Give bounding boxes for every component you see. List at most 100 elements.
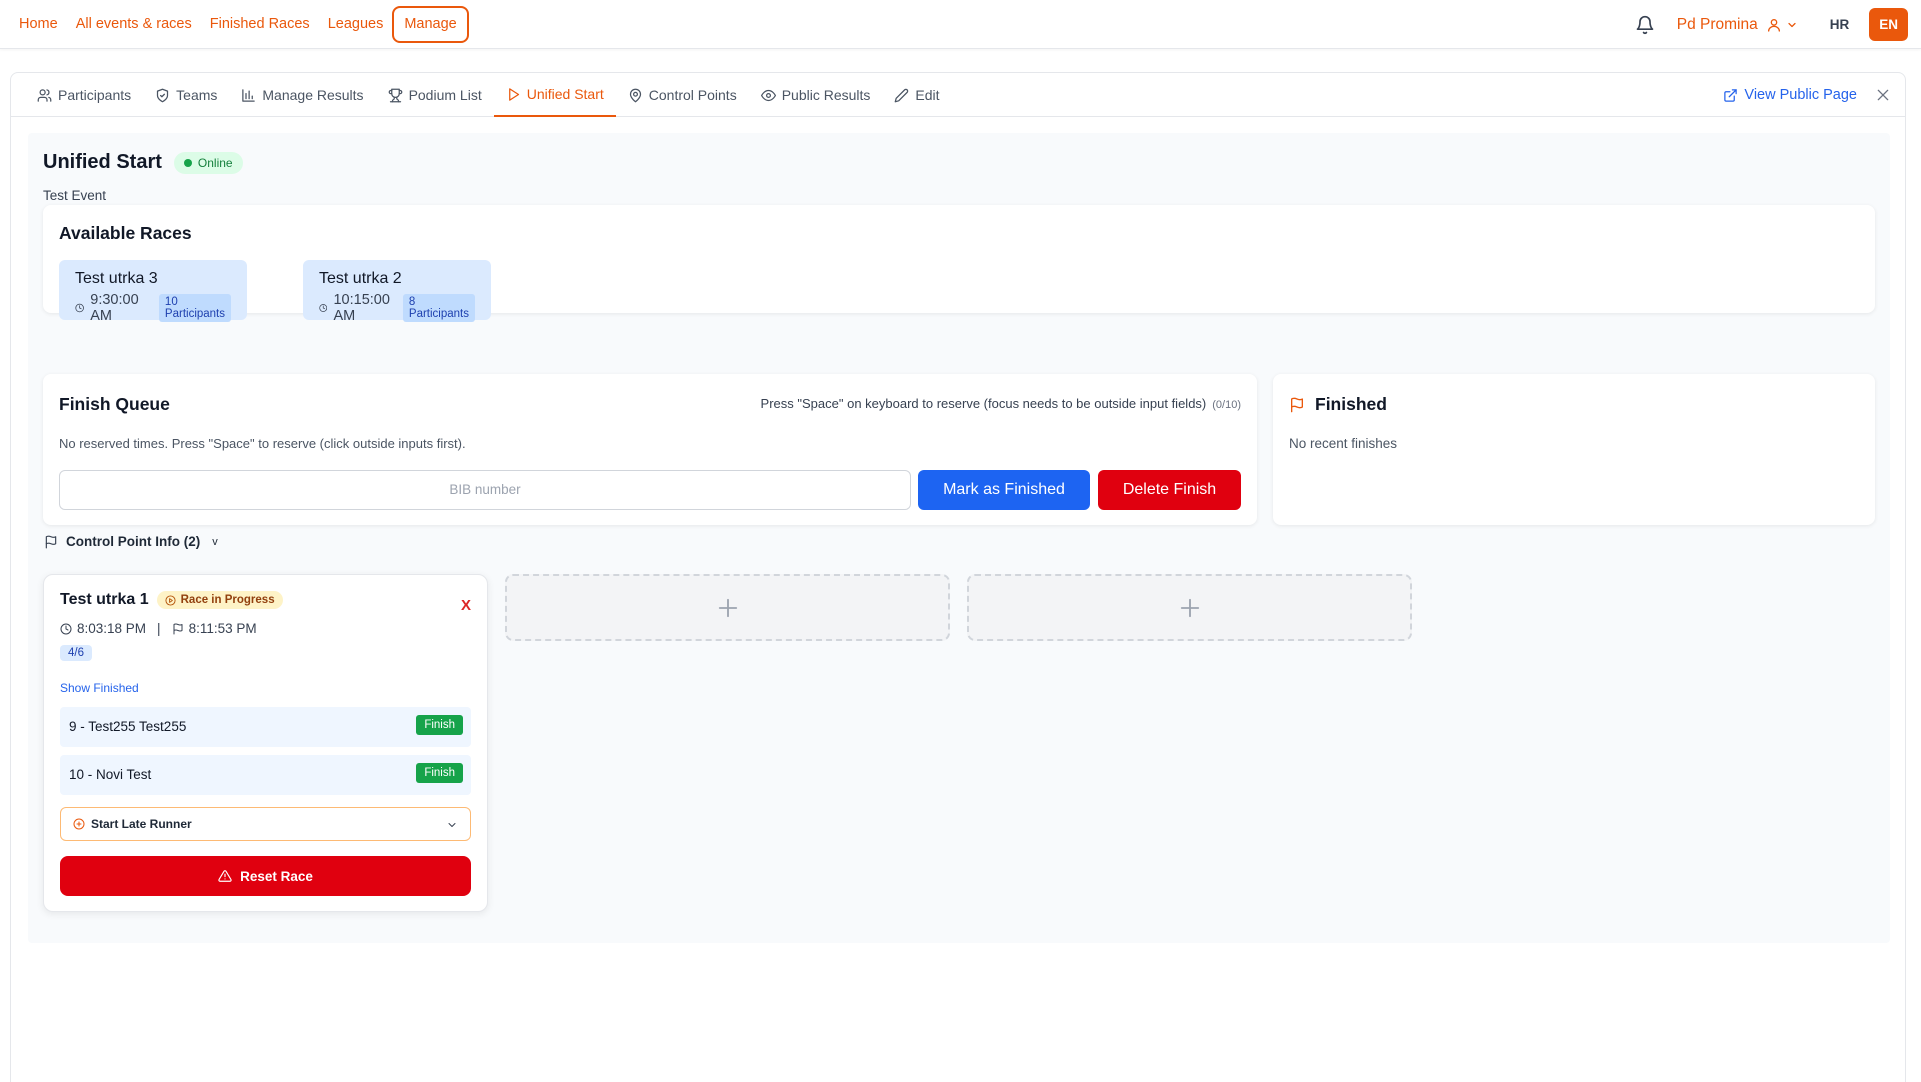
lang-hr-button[interactable]: HR <box>1830 17 1850 32</box>
map-pin-icon <box>629 88 641 102</box>
eye-icon <box>760 89 776 101</box>
main-nav: Home All events & races Finished Races L… <box>10 6 469 43</box>
list-item: 10 - Novi Test Finish <box>60 755 471 795</box>
nav-manage[interactable]: Manage <box>392 6 469 43</box>
tab-label: Control Points <box>648 87 737 103</box>
event-name: Test Event <box>43 188 107 203</box>
race-status-text: Race in Progress <box>180 594 275 606</box>
chevron-down-icon <box>448 823 456 827</box>
bib-number-input[interactable]: BIB number <box>59 470 911 510</box>
late-runner-label: Start Late Runner <box>91 817 192 831</box>
finish-queue-card: Finish Queue Press "Space" on keyboard t… <box>43 374 1257 525</box>
finish-queue-title: Finish Queue <box>59 394 170 414</box>
tab-label: Teams <box>176 87 218 103</box>
flag-icon <box>173 623 183 634</box>
start-time: 8:03:18 PM <box>77 621 147 636</box>
tab-label: Edit <box>915 87 940 103</box>
available-races-title: Available Races <box>59 223 192 243</box>
finish-runner-button[interactable]: Finish <box>416 715 463 735</box>
tab-label: Public Results <box>781 87 871 103</box>
chevron-down-icon[interactable] <box>1786 19 1798 31</box>
race-name: Test utrka 2 <box>319 270 402 287</box>
time-separator: | <box>157 621 161 636</box>
clock-icon <box>75 303 84 313</box>
page-header: Unified Start Online <box>43 151 243 174</box>
shield-icon <box>157 88 169 102</box>
finish-queue-empty: No reserved times. Press "Space" to rese… <box>59 436 466 451</box>
tab-label: Participants <box>58 87 132 103</box>
reset-race-button[interactable]: Reset Race <box>60 856 471 896</box>
view-public-page-link[interactable]: View Public Page <box>1723 87 1857 103</box>
race-card: Test utrka 1 Race in Progress X 8:03:18 … <box>43 574 488 912</box>
nav-right: Pd Promina HR EN <box>1635 8 1908 41</box>
flag-icon <box>1291 397 1303 412</box>
show-finished-link[interactable]: Show Finished <box>60 681 139 695</box>
finished-title-text: Finished <box>1315 394 1387 414</box>
online-dot-icon <box>183 158 192 167</box>
runner-label: 10 - Novi Test <box>69 767 152 782</box>
manage-panel: Participants Teams Manage Results Podium… <box>10 72 1906 1082</box>
add-race-slot[interactable] <box>967 574 1412 641</box>
lang-en-button[interactable]: EN <box>1869 8 1908 41</box>
tab-participants[interactable]: Participants <box>25 73 143 117</box>
finish-queue-hint: Press "Space" on keyboard to reserve (fo… <box>761 396 1241 411</box>
plus-circle-icon <box>73 818 85 830</box>
nav-leagues[interactable]: Leagues <box>319 6 393 43</box>
nav-home[interactable]: Home <box>10 6 67 43</box>
user-name[interactable]: Pd Promina <box>1677 16 1758 34</box>
warning-icon <box>218 870 232 882</box>
delete-finish-button[interactable]: Delete Finish <box>1098 470 1241 510</box>
clock-icon <box>319 304 328 312</box>
remove-race-button[interactable]: X <box>461 597 471 614</box>
unified-start-content: Unified Start Online Test Event Availabl… <box>28 133 1890 943</box>
control-point-label: Control Point Info (2) <box>66 534 201 549</box>
runner-label: 9 - Test255 Test255 <box>69 719 187 734</box>
nav-finished-races[interactable]: Finished Races <box>201 6 319 43</box>
race-chip[interactable]: Test utrka 3 9:30:00 AM 10 Participants <box>59 260 247 324</box>
finished-ratio-badge: 4/6 <box>60 645 92 661</box>
tab-label: Unified Start <box>526 86 604 102</box>
tab-label: Manage Results <box>262 87 364 103</box>
race-time: 9:30:00 AM <box>90 292 139 324</box>
race-status-badge: Race in Progress <box>156 591 283 609</box>
tab-control-points[interactable]: Control Points <box>616 73 749 117</box>
bell-icon[interactable] <box>1635 15 1655 35</box>
external-link-icon <box>1724 88 1738 102</box>
finished-title: Finished <box>1289 394 1387 415</box>
tab-manage-results[interactable]: Manage Results <box>229 73 375 117</box>
finished-card: Finished No recent finishes <box>1273 374 1875 525</box>
participants-badge: 8 Participants <box>402 294 475 322</box>
mark-finished-button[interactable]: Mark as Finished <box>918 470 1090 510</box>
finish-time: 8:11:53 PM <box>188 621 257 636</box>
tab-bar: Participants Teams Manage Results Podium… <box>11 73 1905 117</box>
caret-icon: v <box>212 535 218 548</box>
control-point-toggle[interactable]: Control Point Info (2) v <box>44 534 218 549</box>
race-chip[interactable]: Test utrka 2 10:15:00 AM 8 Participants <box>303 260 491 324</box>
play-circle-icon <box>165 594 176 606</box>
tab-teams[interactable]: Teams <box>143 73 229 117</box>
play-icon <box>508 87 519 101</box>
clock-icon <box>60 623 72 634</box>
close-icon[interactable] <box>1875 87 1891 103</box>
list-item: 9 - Test255 Test255 Finish <box>60 707 471 747</box>
race-name: Test utrka 3 <box>75 270 158 287</box>
plus-icon <box>718 598 737 617</box>
status-text: Online <box>197 155 233 170</box>
available-races-card: Available Races Test utrka 3 9:30:00 AM … <box>43 205 1875 324</box>
nav-all-events[interactable]: All events & races <box>67 6 201 43</box>
users-icon <box>37 88 52 102</box>
tab-podium-list[interactable]: Podium List <box>376 73 494 117</box>
tab-public-results[interactable]: Public Results <box>749 73 883 117</box>
add-race-slot[interactable] <box>505 574 950 641</box>
user-icon[interactable] <box>1766 17 1782 33</box>
race-card-name: Test utrka 1 <box>60 591 149 608</box>
top-navbar: Home All events & races Finished Races L… <box>0 0 1921 49</box>
race-times: 8:03:18 PM | 8:11:53 PM <box>60 621 257 636</box>
start-late-runner-dropdown[interactable]: Start Late Runner <box>60 807 471 841</box>
hint-text: Press "Space" on keyboard to reserve (fo… <box>760 396 1207 411</box>
tab-label: Podium List <box>408 87 482 103</box>
tab-edit[interactable]: Edit <box>882 73 951 117</box>
tab-unified-start[interactable]: Unified Start <box>493 73 616 117</box>
finish-runner-button[interactable]: Finish <box>416 763 463 783</box>
plus-icon <box>1180 598 1199 617</box>
